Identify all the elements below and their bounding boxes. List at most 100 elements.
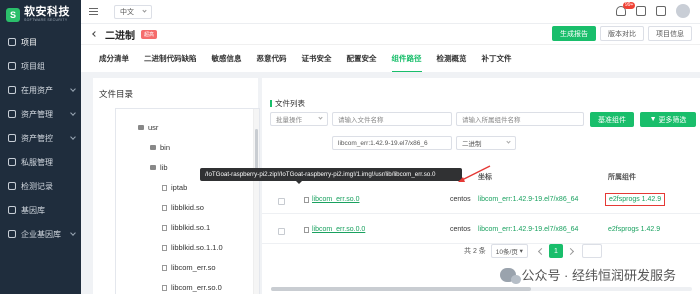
chevron-down-icon <box>70 86 76 92</box>
path-tooltip: /IoTGoat-raspberry-pi2.zip!/IoTGoat-rasp… <box>200 168 462 181</box>
coordinate-filter-input[interactable]: libcom_err:1.42.9-19.el7/x86_6 <box>332 136 452 150</box>
file-icon <box>162 264 167 271</box>
tree-item[interactable]: libcom_err.so <box>162 263 216 272</box>
version-compare-button[interactable]: 版本对比 <box>600 26 644 41</box>
tree-item[interactable]: libcom_err.so.0 <box>162 283 222 292</box>
tree-item[interactable]: usr <box>138 123 158 132</box>
tab[interactable]: 组件路径 <box>391 45 422 73</box>
type-select[interactable]: 二进制 <box>456 136 516 150</box>
sidebar-item[interactable]: 资产管控 <box>0 126 81 150</box>
tooltip-arrow <box>296 181 302 184</box>
file-icon <box>162 244 167 251</box>
topbar: 中文 99+ <box>81 0 700 24</box>
tab[interactable]: 补丁文件 <box>482 45 512 73</box>
fullscreen-icon[interactable] <box>636 6 646 16</box>
tab[interactable]: 成分清单 <box>99 45 129 73</box>
coordinate-link[interactable]: libcom_err:1.42.9-19.el7/x86_64 <box>478 196 578 203</box>
file-link[interactable]: libcom_err.so.0 <box>312 196 359 203</box>
sidebar-item[interactable]: 基因库 <box>0 198 81 222</box>
tree-item[interactable]: iptab <box>162 183 187 192</box>
horizontal-scrollbar[interactable] <box>271 287 692 291</box>
chevron-down-icon <box>70 134 76 140</box>
page-size-select[interactable]: 10条/页 ▾ <box>490 244 528 258</box>
title-bar-marker <box>270 100 272 107</box>
tab[interactable]: 二进制代码缺陷 <box>144 45 197 73</box>
sidebar-item[interactable]: 检测记录 <box>0 174 81 198</box>
tree-item-label: bin <box>160 143 171 152</box>
watermark: 公众号 · 经纬恒润研发服务 <box>500 265 676 284</box>
sidebar-item[interactable]: 企业基因库 <box>0 222 81 246</box>
avatar[interactable] <box>676 4 690 18</box>
coordinate-link[interactable]: libcom_err:1.42.9-19.el7/x86_64 <box>478 226 578 233</box>
page-jump-input[interactable] <box>581 244 602 258</box>
bulk-action-select[interactable]: 批量操作 <box>270 112 328 126</box>
language-select[interactable]: 中文 <box>114 4 152 19</box>
sidebar-item[interactable]: 资产管理 <box>0 102 81 126</box>
tab[interactable]: 配置安全 <box>347 45 377 73</box>
content-area: 文件目录 usr bin lib iptab libblkid.so libblkid.s… <box>81 72 700 294</box>
tree-item[interactable]: libblkid.so <box>162 203 204 212</box>
next-page-icon[interactable] <box>566 247 574 255</box>
logo-mark: S <box>6 8 20 22</box>
file-icon <box>304 226 309 233</box>
table-row[interactable]: libcom_err.so.0.0 centos libcom_err:1.42.9… <box>262 218 700 244</box>
chevron-down-icon <box>70 230 76 236</box>
tree-scrollbar[interactable] <box>253 109 259 294</box>
os-label: centos <box>450 196 471 203</box>
page-number-current[interactable]: 1 <box>548 244 563 258</box>
filter-icon: ▼ <box>649 116 659 123</box>
back-arrow-icon[interactable] <box>92 31 98 37</box>
type-value: 二进制 <box>462 141 482 148</box>
project-info-button[interactable]: 项目信息 <box>648 26 692 41</box>
page-header: 二进制 超高 生成报告 版本对比 项目信息 <box>81 24 700 44</box>
sidebar-item[interactable]: 项目组 <box>0 54 81 78</box>
component-link[interactable]: e2fsprogs 1.42.9 <box>608 226 660 233</box>
asset-manage-icon <box>8 110 16 118</box>
chevron-down-icon <box>142 7 147 13</box>
more-filter-button[interactable]: ▼ 更多筛选 <box>640 112 696 127</box>
tab[interactable]: 恶意代码 <box>257 45 287 73</box>
menu-toggle-icon[interactable] <box>89 8 98 15</box>
language-value: 中文 <box>120 8 134 16</box>
risk-tag: 超高 <box>141 29 158 39</box>
chevron-down-icon <box>70 110 76 116</box>
watermark-text: 公众号 · 经纬恒润研发服务 <box>521 268 676 283</box>
file-name-input[interactable]: 请输入文件名称 <box>332 112 452 126</box>
table-row[interactable]: libcom_err.so.0 centos libcom_err:1.42.9-1… <box>262 188 700 214</box>
component-name-placeholder: 请输入所属组件名称 <box>462 117 521 124</box>
folder-icon <box>150 145 156 150</box>
tree-item[interactable]: bin <box>150 143 170 152</box>
sidebar-item[interactable]: 项目 <box>0 30 81 54</box>
prev-page-icon[interactable] <box>537 247 545 255</box>
row-checkbox[interactable] <box>278 228 285 235</box>
tree-item[interactable]: libblkid.so.1 <box>162 223 210 232</box>
tab[interactable]: 证书安全 <box>302 45 332 73</box>
tree-item[interactable]: libblkid.so.1.1.0 <box>162 243 223 252</box>
tree-item-label: libcom_err.so.0 <box>171 283 222 292</box>
tree-item-label: iptab <box>171 183 188 192</box>
tab[interactable]: 敏感信息 <box>212 45 242 73</box>
sidebar-item[interactable]: 在用资产 <box>0 78 81 102</box>
private-server-icon <box>8 158 16 166</box>
tab[interactable]: 检测概览 <box>437 45 467 73</box>
component-name-input[interactable]: 请输入所属组件名称 <box>456 112 584 126</box>
sidebar-item-label: 私服管理 <box>21 157 53 167</box>
generate-report-button[interactable]: 生成报告 <box>552 26 596 41</box>
file-icon <box>162 204 167 211</box>
sidebar-item-label: 资产管控 <box>21 133 53 143</box>
file-tree-title: 文件目录 <box>99 89 134 99</box>
file-icon <box>162 284 167 291</box>
base-component-button[interactable]: 基准组件 <box>590 112 634 127</box>
asset-control-icon <box>8 134 16 142</box>
settings-icon[interactable] <box>656 6 666 16</box>
page-title: 二进制 <box>105 30 135 42</box>
sidebar-item[interactable]: 私服管理 <box>0 150 81 174</box>
component-link[interactable]: e2fsprogs 1.42.9 <box>605 193 666 206</box>
folder-icon <box>138 125 144 130</box>
row-checkbox[interactable] <box>278 198 285 205</box>
file-name-placeholder: 请输入文件名称 <box>338 117 384 124</box>
file-link[interactable]: libcom_err.so.0.0 <box>312 226 365 233</box>
bell-icon[interactable]: 99+ <box>616 2 636 16</box>
tree-item[interactable]: lib <box>150 163 168 172</box>
column-header-component: 所属组件 <box>608 174 636 181</box>
